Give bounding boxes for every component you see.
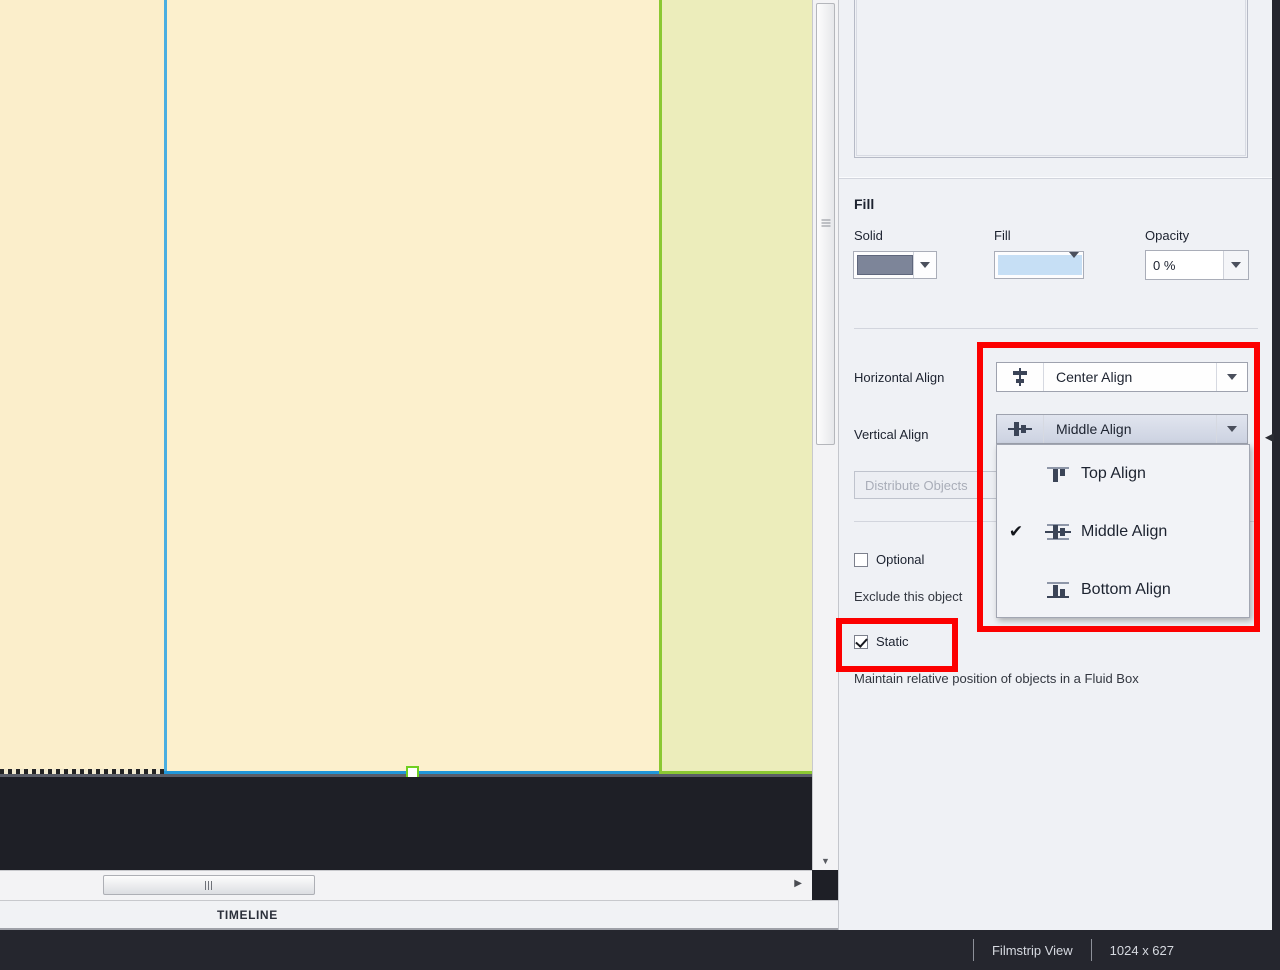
chevron-down-icon [1231, 262, 1241, 268]
section-divider [854, 328, 1258, 329]
canvas-band-right [662, 0, 812, 777]
horizontal-scrollbar-thumb[interactable] [103, 875, 315, 895]
solid-color-swatch[interactable] [857, 255, 913, 275]
menu-item-label: Top Align [1081, 465, 1146, 482]
horizontal-align-dropdown[interactable]: Center Align [996, 362, 1248, 392]
static-checkbox-label: Static [876, 634, 909, 649]
canvas-band-middle [167, 0, 659, 777]
resize-handle[interactable] [406, 766, 419, 777]
chevron-down-icon [1227, 374, 1237, 380]
fill-label: Fill [994, 228, 1011, 243]
scroll-right-arrow-icon[interactable]: ▶ [794, 878, 802, 889]
solid-label: Solid [854, 228, 883, 243]
object-preview-inner-border [856, 0, 1246, 156]
center-align-icon [997, 363, 1044, 391]
fluid-box-divider-green [659, 0, 662, 777]
menu-checkmark-icon: ✔ [1008, 522, 1024, 541]
solid-color-picker[interactable] [853, 251, 937, 279]
menu-item-label: Middle Align [1081, 523, 1168, 540]
top-align-icon [1035, 463, 1081, 485]
middle-align-icon [997, 415, 1044, 443]
chevron-down-icon [1227, 426, 1237, 432]
section-divider [839, 177, 1273, 179]
opacity-value[interactable]: 0 % [1146, 251, 1223, 279]
timeline-label: TIMELINE [217, 907, 278, 922]
object-preview-box [854, 0, 1248, 158]
vertical-align-menu[interactable]: Top Align ✔ Middle Align Bottom Align [996, 444, 1250, 618]
fill-color-picker[interactable] [994, 251, 1084, 279]
fill-color-dropdown-button[interactable] [1069, 252, 1079, 276]
fluid-box-bottom-edge [659, 771, 812, 774]
horizontal-align-value: Center Align [1056, 369, 1133, 385]
canvas-horizontal-scrollbar[interactable]: ▶ [0, 870, 812, 900]
scrollbar-grip-icon [821, 219, 830, 229]
status-dimensions: 1024 x 627 [1109, 942, 1174, 958]
optional-checkbox[interactable] [854, 552, 868, 567]
status-bar: Filmstrip View 1024 x 627 [0, 930, 1280, 970]
fill-section-heading: Fill [854, 196, 875, 212]
vertical-scrollbar-thumb[interactable] [816, 3, 835, 445]
menu-item-bottom-align[interactable]: Bottom Align [997, 561, 1249, 619]
canvas-band-left [0, 0, 164, 777]
fluid-box-divider-blue [164, 0, 167, 777]
solid-color-dropdown-button[interactable] [913, 252, 936, 278]
horizontal-align-label: Horizontal Align [854, 370, 945, 385]
right-gutter [1272, 0, 1280, 930]
chevron-down-icon [1069, 252, 1079, 275]
slide-edge-dashed-marker [0, 769, 164, 774]
horizontal-align-caret[interactable] [1216, 363, 1247, 391]
opacity-label: Opacity [1145, 228, 1190, 243]
optional-help-text: Exclude this object [854, 589, 963, 604]
status-view-mode[interactable]: Filmstrip View [974, 943, 1091, 958]
static-checkbox-row[interactable]: Static [854, 634, 909, 649]
slide-canvas[interactable] [0, 0, 812, 777]
opacity-dropdown-button[interactable] [1223, 251, 1248, 279]
vertical-align-value: Middle Align [1056, 421, 1132, 437]
vertical-align-dropdown[interactable]: Middle Align [996, 414, 1248, 444]
menu-item-top-align[interactable]: Top Align [997, 445, 1249, 503]
opacity-stepper[interactable]: 0 % [1145, 250, 1249, 280]
vertical-align-caret[interactable] [1216, 415, 1247, 443]
vertical-align-label: Vertical Align [854, 427, 929, 442]
canvas-vertical-scrollbar[interactable]: ▼ [812, 0, 838, 870]
menu-item-label: Bottom Align [1081, 581, 1171, 598]
optional-checkbox-label: Optional [876, 552, 925, 567]
timeline-panel-header[interactable]: TIMELINE [0, 900, 838, 930]
static-checkbox[interactable] [854, 634, 868, 649]
menu-item-middle-align[interactable]: ✔ Middle Align [997, 503, 1249, 561]
bottom-align-icon [1035, 579, 1081, 601]
scrollbar-grip-icon [204, 880, 214, 890]
static-help-text: Maintain relative position of objects in… [854, 671, 1139, 686]
scroll-down-arrow-icon[interactable]: ▼ [813, 852, 838, 870]
mouse-cursor-icon: ◄ [1262, 429, 1277, 446]
application-window: ▼ ▶ TIMELINE Fill Solid Fill Opacity 0 %… [0, 0, 1280, 970]
chevron-down-icon [920, 262, 930, 268]
middle-align-icon [1035, 521, 1081, 543]
optional-checkbox-row[interactable]: Optional [854, 552, 924, 567]
